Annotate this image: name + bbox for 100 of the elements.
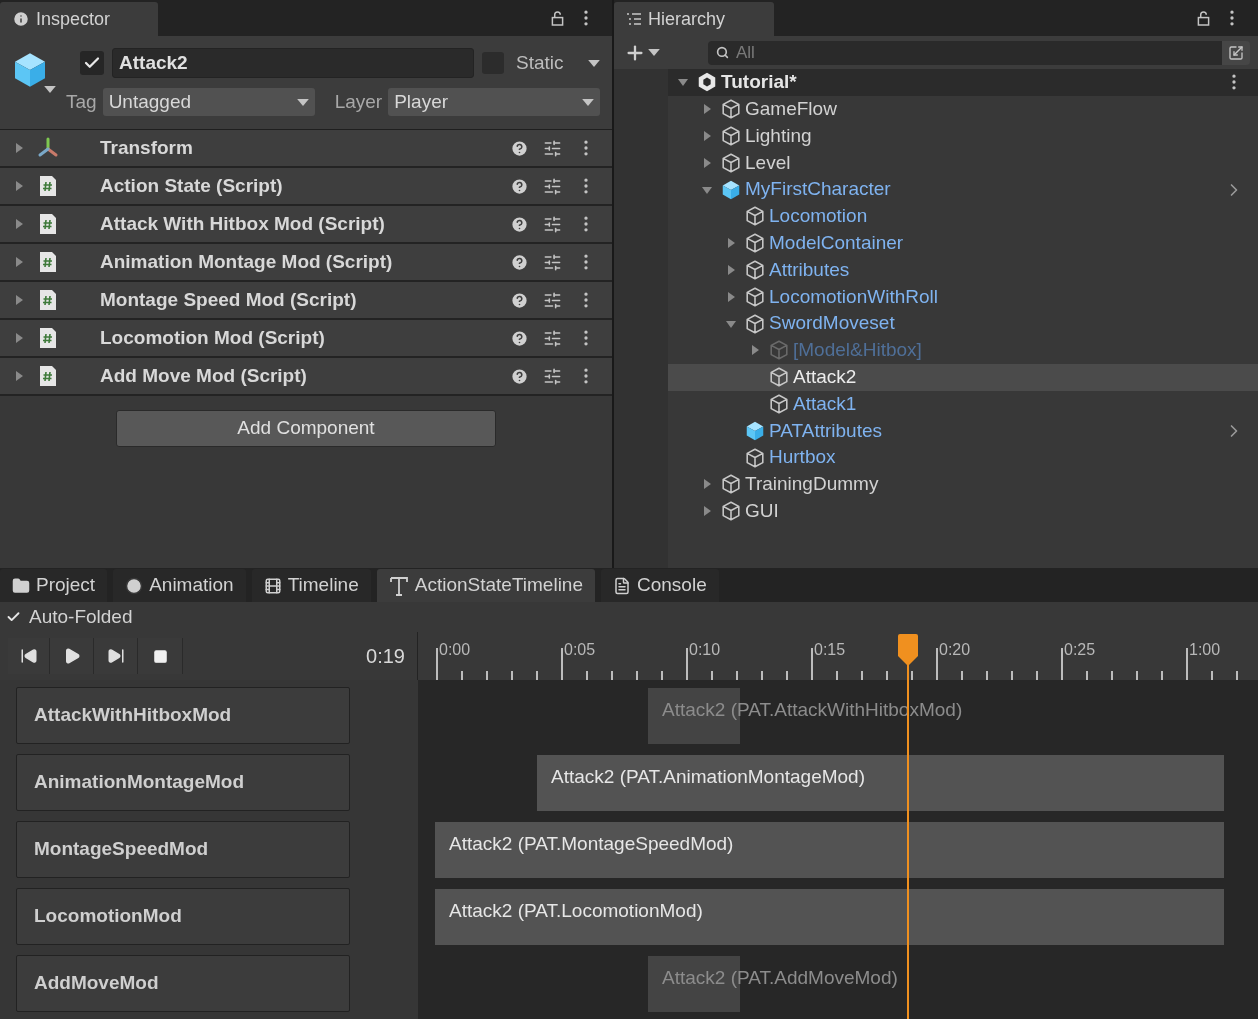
collapsed-arrow-icon[interactable] [702, 157, 712, 168]
playhead-handle[interactable] [898, 634, 918, 666]
presets-icon[interactable] [543, 138, 562, 158]
ruler-label: 0:05 [564, 640, 596, 660]
layer-label: Layer [334, 89, 383, 114]
cube-icon [744, 312, 766, 335]
collapsed-arrow-icon[interactable] [726, 264, 736, 275]
presets-icon[interactable] [543, 176, 562, 196]
track-header[interactable]: AddMoveMod [16, 955, 350, 1012]
cube-icon [720, 473, 742, 496]
tree-item[interactable]: LocomotionWithRoll [668, 283, 1258, 311]
script-icon [39, 289, 57, 311]
help-icon[interactable] [510, 214, 529, 234]
track-header[interactable]: LocomotionMod [16, 888, 350, 945]
search-field[interactable]: All [708, 40, 1222, 65]
foldout-arrow-icon[interactable] [14, 181, 24, 191]
script-icon [39, 213, 57, 235]
tree-item[interactable]: Attributes [668, 256, 1258, 284]
tree-item[interactable]: Lighting [668, 122, 1258, 150]
tree-item[interactable]: GameFlow [668, 95, 1258, 123]
foldout-arrow-icon[interactable] [14, 219, 24, 229]
foldout-arrow-icon[interactable] [14, 257, 24, 267]
tree-item[interactable]: Level [668, 149, 1258, 177]
ruler-label: 0:10 [689, 640, 721, 660]
expand-button[interactable] [1222, 40, 1250, 65]
panel-tab[interactable]: Animation [113, 569, 246, 602]
track-header[interactable]: MontageSpeedMod [16, 821, 350, 878]
component-name: Montage Speed Mod (Script) [100, 287, 357, 312]
script-icon [39, 251, 57, 273]
foldout-arrow-icon[interactable] [14, 371, 24, 381]
component-header[interactable]: Add Move Mod (Script) [0, 358, 612, 396]
caret-icon[interactable] [44, 86, 56, 93]
collapsed-arrow-icon[interactable] [750, 345, 760, 356]
component-header[interactable]: Transform [0, 130, 612, 168]
add-component-button[interactable]: Add Component [116, 410, 496, 447]
tag-dropdown[interactable]: Untagged [102, 88, 315, 116]
static-label: Static [516, 50, 564, 75]
clip-block[interactable] [435, 889, 1224, 945]
cube-icon [720, 178, 742, 201]
collapsed-arrow-icon[interactable] [702, 479, 712, 490]
skip-back-icon [19, 647, 38, 665]
static-dropdown-icon [588, 59, 600, 67]
presets-icon[interactable] [543, 252, 562, 272]
foldout-arrow-icon[interactable] [14, 295, 24, 305]
presets-icon[interactable] [543, 214, 562, 234]
clip-block[interactable] [435, 822, 1224, 878]
presets-icon[interactable] [543, 366, 562, 386]
help-icon[interactable] [510, 138, 529, 158]
component-header[interactable]: Montage Speed Mod (Script) [0, 282, 612, 320]
lock-icon[interactable] [551, 10, 564, 26]
tree-item[interactable]: Attack1 [668, 390, 1258, 418]
caret-icon [582, 98, 594, 106]
tree-item[interactable]: Tutorial* [668, 69, 1258, 96]
tree-item[interactable]: PATAttributes [668, 417, 1258, 445]
lock-icon[interactable] [1197, 10, 1210, 26]
cube-icon [744, 285, 766, 308]
panel-tab[interactable]: Project [0, 569, 108, 602]
tree-item[interactable]: ModelContainer [668, 229, 1258, 257]
tree-item[interactable]: SwordMoveset [668, 310, 1258, 337]
component-header[interactable]: Animation Montage Mod (Script) [0, 244, 612, 282]
collapsed-arrow-icon[interactable] [702, 104, 712, 115]
presets-icon[interactable] [543, 328, 562, 348]
tree-item[interactable]: Locomotion [668, 203, 1258, 230]
expanded-arrow-icon[interactable] [678, 77, 688, 88]
panel-tab[interactable]: Console [601, 569, 719, 602]
help-icon[interactable] [510, 176, 529, 196]
help-icon[interactable] [510, 252, 529, 272]
help-icon[interactable] [510, 290, 529, 310]
collapsed-arrow-icon[interactable] [726, 238, 736, 249]
panel-tab[interactable]: Timeline [251, 569, 371, 602]
component-header[interactable]: Attack With Hitbox Mod (Script) [0, 206, 612, 244]
foldout-arrow-icon[interactable] [14, 143, 24, 153]
expand-icon [1228, 44, 1244, 61]
hierarchy-tab[interactable]: Hierarchy [614, 2, 774, 36]
track-header[interactable]: AnimationMontageMod [16, 754, 350, 811]
tree-item[interactable]: GUI [668, 497, 1258, 525]
clip-label: Attack2 (PAT.AnimationMontageMod) [551, 765, 865, 789]
inspector-tab[interactable]: Inspector [0, 2, 158, 36]
tree-item[interactable]: MyFirstCharacter [668, 176, 1258, 203]
help-icon[interactable] [510, 366, 529, 386]
active-checkbox[interactable] [80, 51, 104, 75]
layer-dropdown[interactable]: Player [388, 88, 600, 116]
ruler-label: 0:15 [814, 640, 846, 660]
help-icon[interactable] [510, 328, 529, 348]
foldout-arrow-icon[interactable] [14, 333, 24, 343]
track-header[interactable]: AttackWithHitboxMod [16, 687, 350, 744]
expanded-arrow-icon[interactable] [702, 184, 712, 195]
tree-item[interactable]: Attack2 [668, 363, 1258, 391]
presets-icon[interactable] [543, 290, 562, 310]
name-field[interactable]: Attack2 [112, 48, 474, 78]
collapsed-arrow-icon[interactable] [726, 291, 736, 302]
tree-item[interactable]: Hurtbox [668, 444, 1258, 471]
clip-block[interactable] [537, 755, 1224, 811]
expanded-arrow-icon[interactable] [726, 318, 736, 329]
tree-item[interactable]: TrainingDummy [668, 470, 1258, 498]
collapsed-arrow-icon[interactable] [702, 131, 712, 141]
collapsed-arrow-icon[interactable] [702, 506, 712, 517]
panel-tab[interactable]: ActionStateTimeline [376, 569, 595, 602]
component-header[interactable]: Action State (Script) [0, 168, 612, 206]
component-header[interactable]: Locomotion Mod (Script) [0, 320, 612, 358]
